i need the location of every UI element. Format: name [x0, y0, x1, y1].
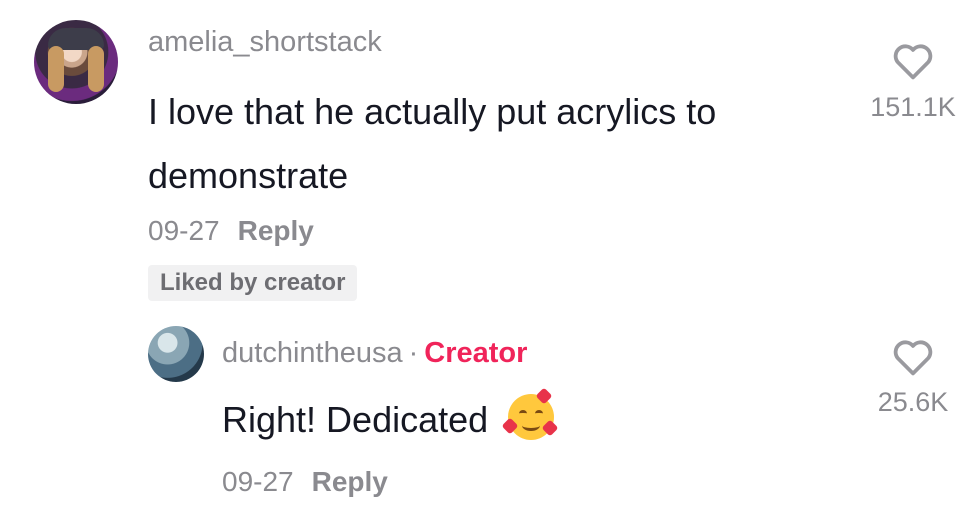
separator: ·: [408, 337, 419, 369]
comment-username[interactable]: dutchintheusa: [222, 337, 403, 369]
smiling-face-with-hearts-icon: [501, 387, 559, 440]
reply-button[interactable]: Reply: [238, 215, 314, 246]
like-count: 25.6K: [877, 387, 949, 417]
like-count: 151.1K: [870, 92, 956, 122]
avatar[interactable]: [148, 326, 204, 382]
comment-text-line: demonstrate: [148, 155, 349, 196]
heart-icon: [893, 44, 933, 80]
reply-button[interactable]: Reply: [312, 466, 388, 497]
avatar[interactable]: [34, 20, 118, 104]
comment-date: 09-27: [148, 215, 220, 246]
comment-meta: 09-27 Reply: [222, 466, 388, 498]
comment-username[interactable]: amelia_shortstack: [148, 26, 382, 59]
like-button[interactable]: [892, 338, 934, 381]
like-button[interactable]: [892, 42, 934, 85]
reply-username-row: dutchintheusa · Creator: [222, 337, 527, 370]
heart-icon: [893, 340, 933, 376]
comment-text: Right! Dedicated: [222, 387, 559, 452]
comment-date: 09-27: [222, 466, 294, 497]
comment-meta: 09-27 Reply: [148, 215, 314, 247]
comment-text-line: I love that he actually put acrylics to: [148, 91, 717, 132]
liked-by-creator-badge: Liked by creator: [148, 265, 358, 301]
comment-text-content: Right! Dedicated: [222, 399, 489, 440]
comment-text: I love that he actually put acrylics to …: [148, 80, 716, 208]
creator-label: Creator: [424, 337, 528, 369]
